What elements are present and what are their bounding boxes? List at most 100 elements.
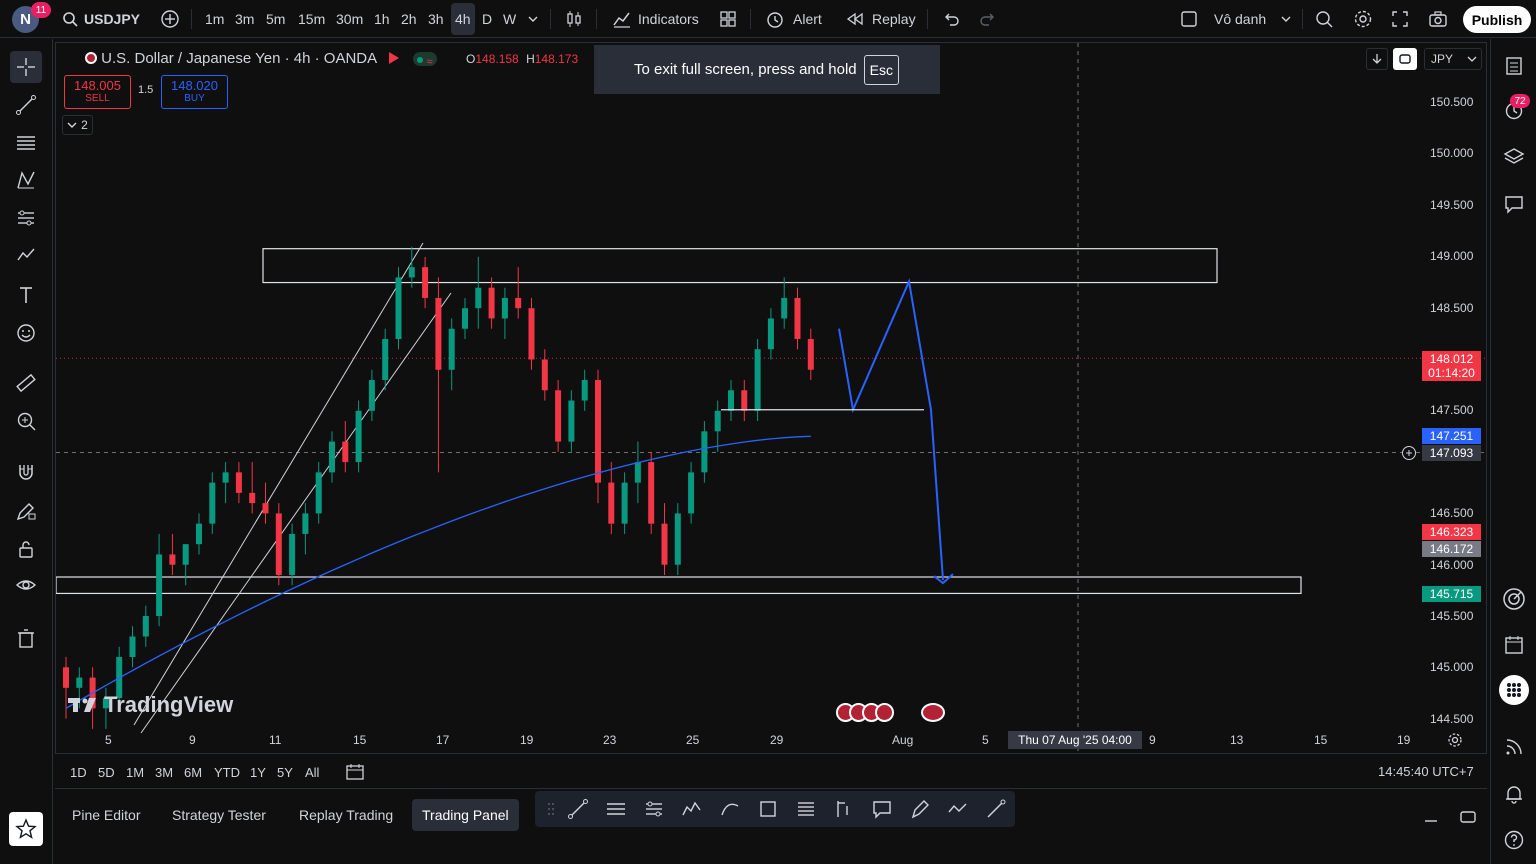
- symbol-search[interactable]: USDJPY: [62, 0, 140, 38]
- publish-button[interactable]: Publish: [1463, 6, 1531, 33]
- snapshot-button[interactable]: [1428, 0, 1448, 38]
- interval-d[interactable]: D: [482, 0, 492, 38]
- remove-drawings-tool[interactable]: [10, 622, 42, 654]
- chart-settings-button[interactable]: [1447, 731, 1463, 749]
- favorites-button[interactable]: [9, 812, 43, 846]
- chart-pane[interactable]: [55, 42, 1487, 754]
- redo-button[interactable]: [979, 0, 997, 38]
- tab-strategy-tester[interactable]: Strategy Tester: [162, 799, 276, 831]
- sell-button[interactable]: 148.005 SELL: [64, 75, 131, 109]
- interval-1m[interactable]: 1m: [205, 0, 224, 38]
- lock-drawings-tool[interactable]: [10, 533, 42, 565]
- currency-selector[interactable]: JPY: [1424, 48, 1482, 70]
- rectangle-icon[interactable]: [756, 797, 780, 821]
- buy-button[interactable]: 148.020 BUY: [161, 75, 228, 109]
- interval-3m[interactable]: 3m: [235, 0, 254, 38]
- crosshair-tool[interactable]: [10, 51, 42, 83]
- callout-icon[interactable]: [870, 797, 894, 821]
- help-button[interactable]: [1499, 825, 1529, 855]
- long-position-icon[interactable]: [832, 797, 856, 821]
- fib-tool[interactable]: [10, 127, 42, 159]
- interval-4h[interactable]: 4h: [451, 3, 475, 35]
- curve-icon[interactable]: [718, 797, 742, 821]
- range-6m[interactable]: 6M: [184, 765, 202, 780]
- candle-body: [714, 410, 721, 432]
- stay-in-drawing-mode-tool[interactable]: [10, 495, 42, 527]
- brush-icon[interactable]: [908, 797, 932, 821]
- pen-icon[interactable]: [984, 797, 1008, 821]
- range-1y[interactable]: 1Y: [250, 765, 266, 780]
- trend-line-tool[interactable]: [10, 89, 42, 121]
- economic-event[interactable]: [921, 703, 945, 722]
- interval-5m[interactable]: 5m: [266, 0, 285, 38]
- interval-15m[interactable]: 15m: [298, 0, 325, 38]
- chart-type-button[interactable]: [564, 0, 584, 38]
- flag-marker-icon[interactable]: [388, 52, 399, 64]
- settings-button[interactable]: [1353, 0, 1373, 38]
- drag-handle-icon[interactable]: [539, 797, 563, 821]
- go-to-date-button[interactable]: [345, 763, 365, 781]
- range-5y[interactable]: 5Y: [277, 765, 293, 780]
- tab-trading-panel[interactable]: Trading Panel: [412, 799, 519, 831]
- hide-drawings-tool[interactable]: [10, 569, 42, 601]
- pattern-tool[interactable]: [10, 164, 42, 196]
- indicators-button[interactable]: Indicators: [612, 0, 699, 38]
- compare-symbol-button[interactable]: [160, 0, 180, 38]
- tab-pine-editor[interactable]: Pine Editor: [62, 799, 150, 831]
- interval-2h[interactable]: 2h: [401, 0, 417, 38]
- quick-search-button[interactable]: [1315, 0, 1335, 38]
- range-1d[interactable]: 1D: [70, 765, 87, 780]
- measure-tool[interactable]: [10, 367, 42, 399]
- tab-replay-trading[interactable]: Replay Trading: [289, 799, 403, 831]
- watchlist-button[interactable]: [1499, 51, 1529, 81]
- news-feed-button[interactable]: [1499, 732, 1529, 762]
- range-1m[interactable]: 1M: [126, 765, 144, 780]
- emoji-tool[interactable]: [10, 317, 42, 349]
- calendar-button[interactable]: [1499, 630, 1529, 660]
- range-5d[interactable]: 5D: [98, 765, 115, 780]
- interval-1h[interactable]: 1h: [374, 0, 390, 38]
- symbol-legend[interactable]: U.S. Dollar / Japanese Yen · 4h · OANDA …: [85, 50, 437, 68]
- text-tool[interactable]: [10, 279, 42, 311]
- object-tree-button[interactable]: [1499, 142, 1529, 172]
- maximize-panel-button[interactable]: [1459, 805, 1477, 829]
- interval-dropdown[interactable]: [527, 0, 539, 38]
- economic-events-group[interactable]: [836, 703, 900, 722]
- timezone-clock[interactable]: 14:45:40 UTC+7: [1378, 764, 1474, 779]
- magnet-tool[interactable]: [10, 456, 42, 488]
- layout-menu[interactable]: Vô danh: [1180, 0, 1292, 38]
- range-all[interactable]: All: [305, 765, 319, 780]
- products-button[interactable]: [1499, 675, 1529, 705]
- minimize-panel-button[interactable]: [1423, 805, 1439, 829]
- trend-line-icon[interactable]: [566, 797, 590, 821]
- undo-button[interactable]: [942, 0, 960, 38]
- interval-3h[interactable]: 3h: [428, 0, 444, 38]
- horizontal-lines-icon[interactable]: [794, 797, 818, 821]
- range-ytd[interactable]: YTD: [214, 765, 240, 780]
- parallel-channel-icon[interactable]: [604, 797, 628, 821]
- interval-w[interactable]: W: [503, 0, 516, 38]
- indicators-collapse-button[interactable]: 2: [62, 115, 93, 135]
- auto-scale-button[interactable]: [1393, 48, 1417, 70]
- candle-body: [781, 297, 788, 319]
- range-3m[interactable]: 3M: [155, 765, 173, 780]
- scroll-to-realtime-button[interactable]: [1366, 48, 1388, 70]
- replay-button[interactable]: Replay: [846, 0, 916, 38]
- notifications-button[interactable]: [1499, 779, 1529, 809]
- price-chart[interactable]: [56, 43, 1487, 754]
- brush-tool[interactable]: [10, 239, 42, 271]
- layouts-button[interactable]: [719, 0, 737, 38]
- alert-button[interactable]: Alert: [765, 0, 822, 38]
- zoom-tool[interactable]: [10, 405, 42, 437]
- elliott-wave-icon[interactable]: [680, 797, 704, 821]
- trading-panel-button[interactable]: [1499, 584, 1529, 614]
- square-icon: [1181, 11, 1197, 27]
- interval-30m[interactable]: 30m: [336, 0, 363, 38]
- fib-retracement-icon[interactable]: [642, 797, 666, 821]
- chat-button[interactable]: [1499, 189, 1529, 219]
- fullscreen-button[interactable]: [1391, 0, 1409, 38]
- floating-drawing-toolbar[interactable]: [535, 791, 1015, 827]
- add-alert-at-price-button[interactable]: [1401, 445, 1417, 461]
- path-icon[interactable]: [946, 797, 970, 821]
- forecasting-tool[interactable]: [10, 202, 42, 234]
